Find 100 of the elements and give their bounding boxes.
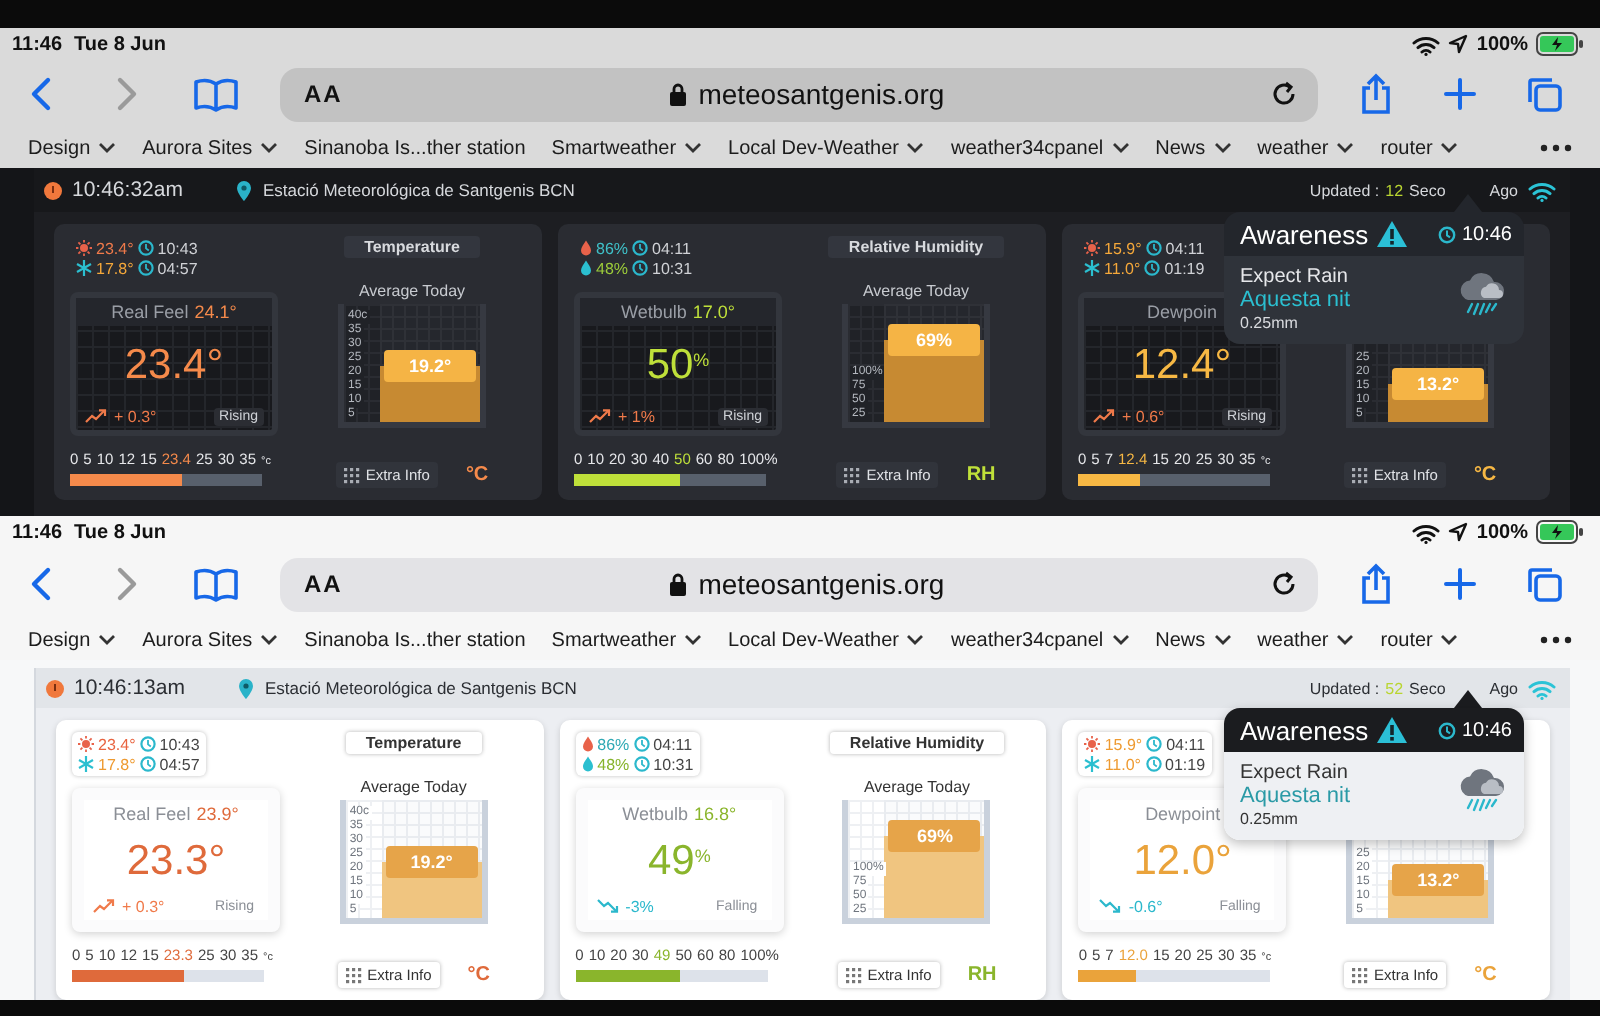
status-time: 11:46: [12, 33, 63, 55]
text-size-button[interactable]: AA: [304, 80, 343, 108]
clock-icon: [1145, 756, 1162, 772]
panel-label: Dewpoin: [1146, 302, 1218, 322]
url-text: meteosantgenis.org: [698, 78, 945, 110]
bookmark-item[interactable]: weather34cpanel: [950, 629, 1130, 651]
back-icon[interactable]: [30, 76, 54, 112]
current-value: 12.4°: [1130, 339, 1234, 391]
new-tab-icon[interactable]: [1442, 76, 1478, 112]
tabs-icon[interactable]: [1524, 564, 1564, 604]
clock-icon: [632, 240, 649, 256]
reading-time: 10:43: [159, 735, 200, 753]
alert-when: Aquesta nit: [1240, 784, 1353, 808]
clock-icon: [1437, 721, 1456, 739]
reading-time: 04:57: [157, 259, 198, 277]
battery-icon: [1536, 520, 1584, 544]
address-field[interactable]: AA meteosantgenis.org: [280, 67, 1318, 121]
reading-value: 11.0°: [1104, 259, 1141, 277]
bookmark-item[interactable]: router: [1380, 629, 1459, 651]
bookmarks-icon[interactable]: [194, 76, 238, 112]
share-icon[interactable]: [1358, 72, 1394, 116]
bookmark-item[interactable]: Sinanoba Is...ther station: [304, 629, 526, 651]
bookmark-item[interactable]: Aurora Sites: [142, 629, 279, 651]
tabs-icon[interactable]: [1524, 74, 1564, 114]
location-icon: [1448, 522, 1469, 542]
current-value: 49$^{%}$: [645, 835, 713, 887]
average-label: Average Today: [358, 282, 466, 300]
bookmark-item[interactable]: weather: [1257, 629, 1355, 651]
grid-icon: [844, 467, 861, 483]
chevron-down-icon: [260, 634, 279, 646]
text-size-button[interactable]: AA: [304, 570, 343, 598]
warning-icon: [1376, 716, 1409, 744]
reading-time: 04:11: [653, 735, 693, 753]
status-date: Tue 8 Jun: [74, 33, 166, 55]
bookmark-item[interactable]: News: [1155, 137, 1232, 159]
clock-icon: [137, 240, 154, 256]
station-time: 10:46:32am: [72, 178, 183, 202]
chevron-down-icon: [906, 142, 925, 154]
reading-time: 10:31: [653, 755, 694, 773]
unit-label: °C: [465, 464, 489, 486]
grid-icon: [345, 967, 362, 983]
reload-icon[interactable]: [1270, 80, 1298, 108]
updated-seconds: 12: [1385, 181, 1404, 199]
reading-time: 10:31: [652, 259, 693, 277]
bookmark-item[interactable]: router: [1380, 137, 1459, 159]
bookmark-item[interactable]: Local Dev-Weather: [728, 629, 925, 651]
more-icon[interactable]: [1540, 636, 1572, 644]
panel-label-value: 23.9°: [196, 804, 239, 824]
change-value: -0.6°: [1128, 897, 1163, 915]
alert-time: 10:46: [1461, 223, 1512, 245]
location-icon: [1448, 34, 1469, 54]
chevron-down-icon: [260, 142, 279, 154]
current-value: 23.4°: [122, 339, 226, 391]
bookmark-item[interactable]: Local Dev-Weather: [728, 137, 925, 159]
panel-label: Dewpoint: [1145, 804, 1221, 824]
bookmark-item[interactable]: Design: [28, 137, 117, 159]
station-time: 10:46:13am: [74, 676, 185, 700]
updated-label: Updated :: [1309, 181, 1380, 199]
more-icon[interactable]: [1540, 144, 1572, 152]
wifi-icon: [1412, 33, 1441, 55]
bookmark-item[interactable]: Sinanoba Is...ther station: [304, 137, 526, 159]
bookmark-item[interactable]: Aurora Sites: [142, 137, 279, 159]
snowflake-icon: [76, 260, 92, 276]
address-field[interactable]: AA meteosantgenis.org: [280, 557, 1318, 611]
grid-icon: [1351, 467, 1368, 483]
bookmark-item[interactable]: Design: [28, 629, 117, 651]
change-value: + 0.3°: [114, 407, 157, 425]
new-tab-icon[interactable]: [1442, 566, 1478, 602]
change-value: + 0.3°: [122, 897, 165, 915]
bookmarks-icon[interactable]: [194, 566, 238, 602]
alert-when: Aquesta nit: [1240, 288, 1353, 312]
bookmark-item[interactable]: Smartweather: [551, 629, 703, 651]
share-icon[interactable]: [1358, 562, 1394, 606]
gauge-value: 19.2°: [384, 349, 476, 382]
wifi-icon: [1528, 179, 1556, 201]
back-icon[interactable]: [30, 566, 54, 602]
bookmark-item[interactable]: Smartweather: [551, 137, 703, 159]
change-value: -3%: [625, 897, 654, 915]
rain-cloud-icon: [1456, 768, 1508, 816]
change-value: + 1%: [618, 407, 655, 425]
clock-icon: [1437, 225, 1456, 243]
reading-value: 23.4°: [96, 239, 134, 257]
bookmark-item[interactable]: weather34cpanel: [950, 137, 1130, 159]
card-title: Temperature: [345, 732, 482, 754]
chevron-down-icon: [98, 634, 117, 646]
reload-icon[interactable]: [1270, 570, 1298, 598]
clock-icon: [633, 756, 650, 772]
alert-amount: 0.25mm: [1240, 314, 1300, 332]
updated-unit: Seco: [1409, 181, 1446, 199]
reading-value: 23.4°: [98, 735, 136, 753]
pin-icon: [238, 677, 255, 699]
panel-label: Wetbulb: [621, 302, 687, 322]
bookmark-item[interactable]: weather: [1257, 137, 1355, 159]
clock-icon: [1144, 260, 1161, 276]
battery-icon: [1536, 32, 1584, 56]
chevron-down-icon: [1336, 634, 1355, 646]
alert-time: 10:46: [1461, 719, 1512, 741]
warning-icon: [1376, 220, 1409, 248]
bookmark-item[interactable]: News: [1155, 629, 1232, 651]
unit-label: °C: [1474, 964, 1497, 986]
